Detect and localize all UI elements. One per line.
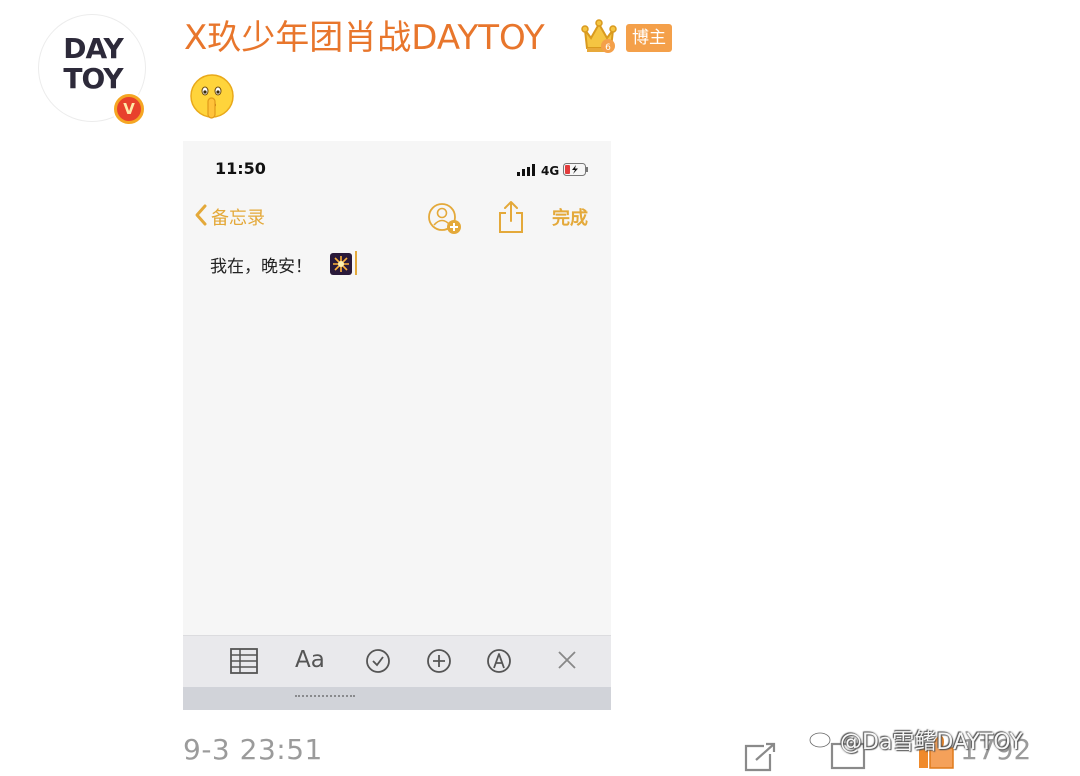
- crown-icon: 6: [581, 16, 617, 60]
- back-button[interactable]: 备忘录: [193, 203, 265, 231]
- note-body-text[interactable]: 我在，晚安！: [210, 252, 312, 277]
- chevron-left-icon: [193, 203, 209, 231]
- verified-badge: V: [112, 92, 146, 126]
- share-icon[interactable]: [497, 199, 525, 239]
- close-icon[interactable]: [555, 648, 579, 676]
- checklist-icon[interactable]: [365, 648, 391, 678]
- battery-icon: [563, 161, 589, 180]
- add-person-icon[interactable]: [426, 201, 466, 241]
- done-button[interactable]: 完成: [552, 204, 588, 230]
- svg-text:6: 6: [605, 43, 611, 53]
- weibo-watermark: @Da雪鳍DAYTOY: [808, 724, 1023, 756]
- network-label: 4G: [541, 163, 560, 178]
- fireworks-emoji: [330, 253, 352, 279]
- repost-icon[interactable]: [742, 742, 778, 776]
- post-timestamp: 9-3 23:51: [183, 733, 323, 766]
- status-time: 11:50: [215, 159, 266, 178]
- watermark-text: @Da雪鳍DAYTOY: [840, 730, 1023, 755]
- font-format-button[interactable]: Aa: [295, 647, 325, 673]
- avatar-logo-line2: TOY: [63, 62, 123, 95]
- status-indicators: 4G: [517, 161, 589, 180]
- verified-mark: V: [117, 97, 141, 121]
- shushing-face-emoji: [188, 72, 236, 124]
- markup-pen-icon[interactable]: [486, 648, 512, 678]
- blogger-badge: 博主: [626, 24, 672, 52]
- avatar-logo-line1: DAY: [63, 32, 124, 65]
- username[interactable]: X玖少年团肖战DAYTOY: [184, 16, 545, 60]
- back-label: 备忘录: [211, 208, 265, 229]
- notes-screenshot: 11:50 4G 备忘录 完成 我在，晚安！ Aa: [183, 141, 611, 710]
- signal-icon: [517, 161, 537, 180]
- keyboard-peek: [295, 695, 355, 700]
- keyboard-area: [183, 687, 611, 710]
- table-icon[interactable]: [230, 648, 258, 678]
- weibo-logo-icon: [808, 725, 840, 755]
- text-cursor: [355, 251, 357, 275]
- add-icon[interactable]: [426, 648, 452, 678]
- avatar-logo: DAY TOY: [39, 32, 147, 95]
- notes-toolbar: Aa: [183, 635, 611, 688]
